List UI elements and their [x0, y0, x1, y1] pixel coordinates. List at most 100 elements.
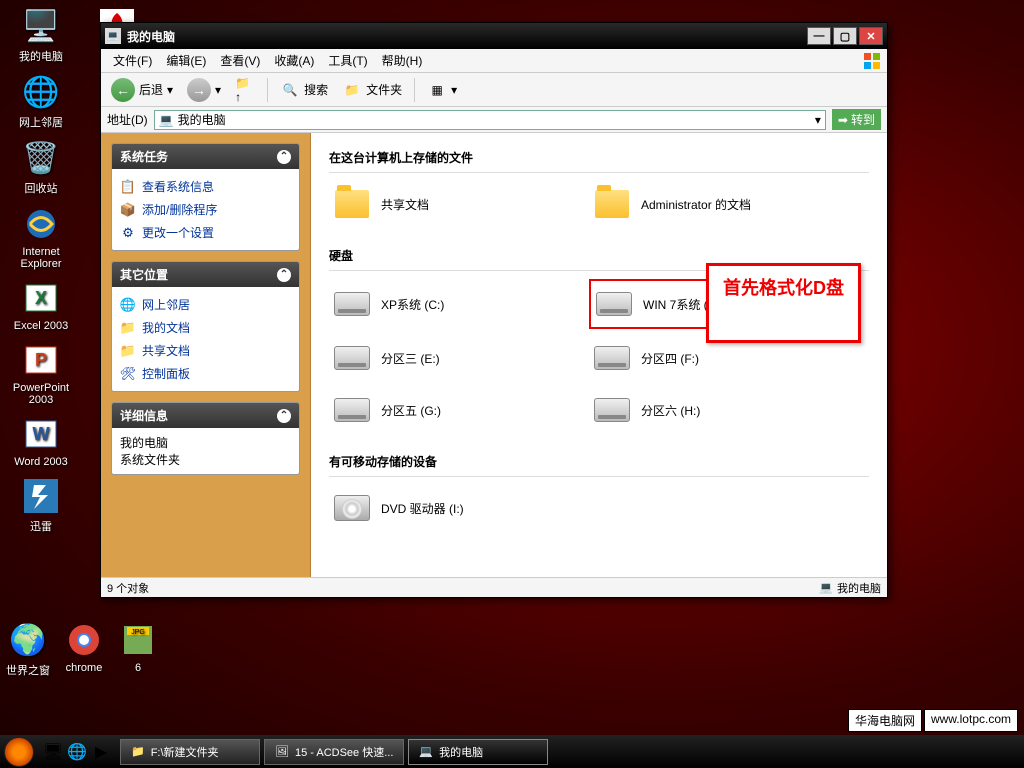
- menu-tools[interactable]: 工具(T): [322, 50, 373, 71]
- details-type: 系统文件夹: [120, 451, 291, 468]
- go-button[interactable]: ➡转到: [832, 109, 881, 130]
- status-object-count: 9 个对象: [107, 580, 149, 596]
- menu-view[interactable]: 查看(V): [214, 50, 266, 71]
- search-button[interactable]: 🔍搜索: [276, 78, 332, 102]
- theworld-icon: 🌍: [8, 620, 48, 660]
- forward-button[interactable]: →▾: [183, 76, 225, 104]
- place-network[interactable]: 🌐网上邻居: [120, 293, 291, 316]
- svg-text:X: X: [35, 288, 47, 308]
- panel-header[interactable]: 系统任务⌃: [112, 144, 299, 169]
- drive-dvd[interactable]: DVD 驱动器 (I:): [329, 485, 589, 531]
- address-input[interactable]: 💻 我的电脑 ▾: [154, 110, 826, 130]
- place-shared[interactable]: 📁共享文档: [120, 339, 291, 362]
- desktop-icon-ppt[interactable]: PPowerPoint 2003: [6, 340, 76, 406]
- menu-edit[interactable]: 编辑(E): [160, 50, 212, 71]
- desktop-icon-jpg[interactable]: JPG6: [118, 620, 158, 678]
- address-label: 地址(D): [107, 111, 148, 128]
- computer-icon: 💻: [819, 581, 833, 594]
- menu-file[interactable]: 文件(F): [107, 50, 158, 71]
- folder-admin-docs[interactable]: Administrator 的文档: [589, 181, 849, 227]
- go-icon: ➡: [838, 113, 848, 127]
- task-acdsee[interactable]: 🖼15 - ACDSee 快速...: [264, 739, 404, 765]
- network-icon: 🌐: [120, 297, 136, 313]
- panel-details: 详细信息⌃ 我的电脑 系统文件夹: [111, 402, 300, 475]
- desktop-icon-network[interactable]: 🌐网上邻居: [6, 72, 76, 130]
- menubar: 文件(F) 编辑(E) 查看(V) 收藏(A) 工具(T) 帮助(H): [101, 49, 887, 73]
- folder-icon: [595, 190, 629, 218]
- drive-icon: [334, 346, 370, 370]
- drive-c[interactable]: XP系统 (C:): [329, 279, 589, 329]
- statusbar: 9 个对象 💻我的电脑: [101, 577, 887, 597]
- separator: [267, 78, 268, 102]
- menu-fav[interactable]: 收藏(A): [268, 50, 320, 71]
- start-button[interactable]: [4, 737, 34, 767]
- folder-shared-docs[interactable]: 共享文档: [329, 181, 589, 227]
- window-icon: 💻: [105, 28, 121, 44]
- task-explorer-f[interactable]: 📁F:\新建文件夹: [120, 739, 260, 765]
- ql-player[interactable]: ▶: [90, 741, 112, 763]
- desktop-icon-word[interactable]: WWord 2003: [6, 414, 76, 468]
- chevron-down-icon: ▾: [167, 83, 173, 97]
- task-view-sysinfo[interactable]: 📋查看系统信息: [120, 175, 291, 198]
- chevron-down-icon[interactable]: ▾: [815, 113, 821, 127]
- menu-help[interactable]: 帮助(H): [376, 50, 429, 71]
- desktop-icon-xunlei[interactable]: 迅雷: [6, 476, 76, 534]
- toolbar: ←后退▾ →▾ 📁↑ 🔍搜索 📁文件夹 ▦▾: [101, 73, 887, 107]
- folder-icon: [335, 190, 369, 218]
- addressbar: 地址(D) 💻 我的电脑 ▾ ➡转到: [101, 107, 887, 133]
- recycle-icon: 🗑️: [21, 138, 61, 178]
- panel-header[interactable]: 其它位置⌃: [112, 262, 299, 287]
- ql-ie[interactable]: 🌐: [66, 741, 88, 763]
- desktop-icon-chrome[interactable]: chrome: [64, 620, 104, 678]
- programs-icon: 📦: [120, 202, 136, 218]
- collapse-icon: ⌃: [277, 268, 291, 282]
- window-buttons: — ▢ ✕: [807, 27, 883, 45]
- svg-text:P: P: [35, 350, 47, 370]
- details-name: 我的电脑: [120, 434, 291, 451]
- panel-header[interactable]: 详细信息⌃: [112, 403, 299, 428]
- task-change-setting[interactable]: ⚙更改一个设置: [120, 221, 291, 244]
- up-button[interactable]: 📁↑: [231, 78, 259, 102]
- separator: [414, 78, 415, 102]
- folders-button[interactable]: 📁文件夹: [338, 78, 406, 102]
- task-add-remove[interactable]: 📦添加/删除程序: [120, 198, 291, 221]
- content-area: 系统任务⌃ 📋查看系统信息 📦添加/删除程序 ⚙更改一个设置 其它位置⌃ 🌐网上…: [101, 133, 887, 577]
- desktop-icons-bottom: 🌍世界之窗 chrome JPG6: [6, 620, 158, 678]
- chevron-down-icon: ▾: [215, 83, 221, 97]
- task-mycomputer[interactable]: 💻我的电脑: [408, 739, 548, 765]
- place-control-panel[interactable]: 🛠控制面板: [120, 362, 291, 385]
- close-button[interactable]: ✕: [859, 27, 883, 45]
- desktop-icon-excel[interactable]: XExcel 2003: [6, 278, 76, 332]
- minimize-button[interactable]: —: [807, 27, 831, 45]
- views-icon: ▦: [427, 80, 447, 100]
- explorer-window: 💻 我的电脑 — ▢ ✕ 文件(F) 编辑(E) 查看(V) 收藏(A) 工具(…: [100, 22, 888, 598]
- folder-icon: 📁: [120, 343, 136, 359]
- desktop-icon-ie[interactable]: Internet Explorer: [6, 204, 76, 270]
- control-panel-icon: 🛠: [120, 366, 136, 382]
- back-button[interactable]: ←后退▾: [107, 76, 177, 104]
- drive-e[interactable]: 分区三 (E:): [329, 335, 589, 381]
- titlebar[interactable]: 💻 我的电脑 — ▢ ✕: [101, 23, 887, 49]
- maximize-button[interactable]: ▢: [833, 27, 857, 45]
- collapse-icon: ⌃: [277, 409, 291, 423]
- drive-icon: [596, 292, 632, 316]
- quick-launch: 🖥 🌐 ▶: [38, 741, 116, 763]
- drive-g[interactable]: 分区五 (G:): [329, 387, 589, 433]
- views-button[interactable]: ▦▾: [423, 78, 461, 102]
- xunlei-icon: [21, 476, 61, 516]
- place-mydocs[interactable]: 📁我的文档: [120, 316, 291, 339]
- panel-system-tasks: 系统任务⌃ 📋查看系统信息 📦添加/删除程序 ⚙更改一个设置: [111, 143, 300, 251]
- network-icon: 🌐: [21, 72, 61, 112]
- desktop-icon-mycomputer[interactable]: 🖥️我的电脑: [6, 6, 76, 64]
- desktop-icon-recycle[interactable]: 🗑️回收站: [6, 138, 76, 196]
- settings-icon: ⚙: [120, 225, 136, 241]
- chevron-down-icon: ▾: [451, 83, 457, 97]
- drive-h[interactable]: 分区六 (H:): [589, 387, 849, 433]
- taskbar: 🖥 🌐 ▶ 📁F:\新建文件夹 🖼15 - ACDSee 快速... 💻我的电脑: [0, 735, 1024, 768]
- ql-show-desktop[interactable]: 🖥: [42, 741, 64, 763]
- search-icon: 🔍: [280, 80, 300, 100]
- computer-icon: 🖥️: [21, 6, 61, 46]
- jpg-icon: JPG: [118, 620, 158, 660]
- sidebar: 系统任务⌃ 📋查看系统信息 📦添加/删除程序 ⚙更改一个设置 其它位置⌃ 🌐网上…: [101, 133, 311, 577]
- desktop-icon-theworld[interactable]: 🌍世界之窗: [6, 620, 50, 678]
